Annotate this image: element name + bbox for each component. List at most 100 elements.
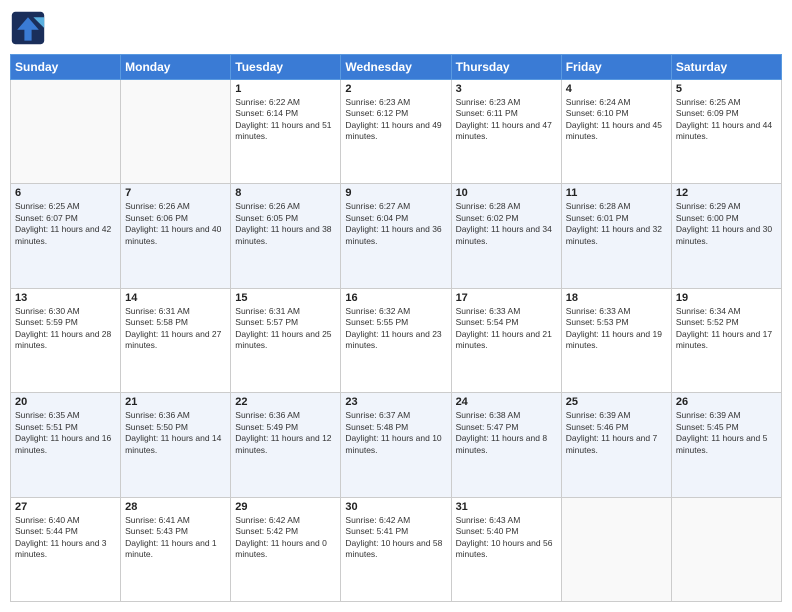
- day-number: 26: [676, 396, 777, 408]
- day-number: 16: [345, 292, 446, 304]
- cell-info: Sunrise: 6:43 AMSunset: 5:40 PMDaylight:…: [456, 515, 557, 561]
- header-wednesday: Wednesday: [341, 55, 451, 80]
- calendar-cell: 29 Sunrise: 6:42 AMSunset: 5:42 PMDayligh…: [231, 497, 341, 601]
- cell-info: Sunrise: 6:42 AMSunset: 5:42 PMDaylight:…: [235, 515, 336, 561]
- day-number: 20: [15, 396, 116, 408]
- day-number: 28: [125, 501, 226, 513]
- weekday-header-row: Sunday Monday Tuesday Wednesday Thursday…: [11, 55, 782, 80]
- cell-info: Sunrise: 6:25 AMSunset: 6:09 PMDaylight:…: [676, 97, 777, 143]
- calendar-week-row: 20 Sunrise: 6:35 AMSunset: 5:51 PMDayligh…: [11, 393, 782, 497]
- calendar-cell: [671, 497, 781, 601]
- header-thursday: Thursday: [451, 55, 561, 80]
- calendar-cell: 27Sunrise: 6:40 AMSunset: 5:44 PMDayligh…: [11, 497, 121, 601]
- calendar-week-row: 6 Sunrise: 6:25 AMSunset: 6:07 PMDaylight…: [11, 184, 782, 288]
- cell-info: Sunrise: 6:28 AMSunset: 6:01 PMDaylight:…: [566, 201, 667, 247]
- day-number: 13: [15, 292, 116, 304]
- calendar-cell: 28 Sunrise: 6:41 AMSunset: 5:43 PMDayligh…: [121, 497, 231, 601]
- calendar-cell: 9 Sunrise: 6:27 AMSunset: 6:04 PMDaylight…: [341, 184, 451, 288]
- cell-info: Sunrise: 6:34 AMSunset: 5:52 PMDaylight:…: [676, 306, 777, 352]
- day-number: 8: [235, 187, 336, 199]
- day-number: 14: [125, 292, 226, 304]
- cell-info: Sunrise: 6:31 AMSunset: 5:57 PMDaylight:…: [235, 306, 336, 352]
- day-number: 2: [345, 83, 446, 95]
- cell-info: Sunrise: 6:41 AMSunset: 5:43 PMDaylight:…: [125, 515, 226, 561]
- cell-info: Sunrise: 6:36 AMSunset: 5:50 PMDaylight:…: [125, 410, 226, 456]
- cell-info: Sunrise: 6:32 AMSunset: 5:55 PMDaylight:…: [345, 306, 446, 352]
- day-number: 30: [345, 501, 446, 513]
- calendar-cell: [561, 497, 671, 601]
- day-number: 17: [456, 292, 557, 304]
- day-number: 3: [456, 83, 557, 95]
- cell-info: Sunrise: 6:23 AMSunset: 6:11 PMDaylight:…: [456, 97, 557, 143]
- calendar-week-row: 13 Sunrise: 6:30 AMSunset: 5:59 PMDayligh…: [11, 288, 782, 392]
- cell-info: Sunrise: 6:33 AMSunset: 5:54 PMDaylight:…: [456, 306, 557, 352]
- calendar-cell: 13 Sunrise: 6:30 AMSunset: 5:59 PMDayligh…: [11, 288, 121, 392]
- day-number: 29: [235, 501, 336, 513]
- calendar-cell: 22 Sunrise: 6:36 AMSunset: 5:49 PMDayligh…: [231, 393, 341, 497]
- day-number: 18: [566, 292, 667, 304]
- calendar-cell: 1 Sunrise: 6:22 AMSunset: 6:14 PMDaylight…: [231, 80, 341, 184]
- calendar-cell: 18 Sunrise: 6:33 AMSunset: 5:53 PMDayligh…: [561, 288, 671, 392]
- cell-info: Sunrise: 6:26 AMSunset: 6:06 PMDaylight:…: [125, 201, 226, 247]
- page: Sunday Monday Tuesday Wednesday Thursday…: [0, 0, 792, 612]
- calendar-cell: 24 Sunrise: 6:38 AMSunset: 5:47 PMDayligh…: [451, 393, 561, 497]
- day-number: 15: [235, 292, 336, 304]
- calendar-cell: 12Sunrise: 6:29 AMSunset: 6:00 PMDayligh…: [671, 184, 781, 288]
- day-number: 1: [235, 83, 336, 95]
- header-saturday: Saturday: [671, 55, 781, 80]
- cell-info: Sunrise: 6:39 AMSunset: 5:46 PMDaylight:…: [566, 410, 667, 456]
- cell-info: Sunrise: 6:26 AMSunset: 6:05 PMDaylight:…: [235, 201, 336, 247]
- cell-info: Sunrise: 6:27 AMSunset: 6:04 PMDaylight:…: [345, 201, 446, 247]
- day-number: 12: [676, 187, 777, 199]
- header-tuesday: Tuesday: [231, 55, 341, 80]
- cell-info: Sunrise: 6:25 AMSunset: 6:07 PMDaylight:…: [15, 201, 116, 247]
- cell-info: Sunrise: 6:40 AMSunset: 5:44 PMDaylight:…: [15, 515, 116, 561]
- day-number: 11: [566, 187, 667, 199]
- day-number: 6: [15, 187, 116, 199]
- cell-info: Sunrise: 6:33 AMSunset: 5:53 PMDaylight:…: [566, 306, 667, 352]
- calendar-cell: 30 Sunrise: 6:42 AMSunset: 5:41 PMDayligh…: [341, 497, 451, 601]
- day-number: 9: [345, 187, 446, 199]
- calendar-week-row: 1 Sunrise: 6:22 AMSunset: 6:14 PMDaylight…: [11, 80, 782, 184]
- cell-info: Sunrise: 6:28 AMSunset: 6:02 PMDaylight:…: [456, 201, 557, 247]
- calendar-cell: 19 Sunrise: 6:34 AMSunset: 5:52 PMDayligh…: [671, 288, 781, 392]
- cell-info: Sunrise: 6:35 AMSunset: 5:51 PMDaylight:…: [15, 410, 116, 456]
- calendar-cell: 20 Sunrise: 6:35 AMSunset: 5:51 PMDayligh…: [11, 393, 121, 497]
- cell-info: Sunrise: 6:31 AMSunset: 5:58 PMDaylight:…: [125, 306, 226, 352]
- cell-info: Sunrise: 6:24 AMSunset: 6:10 PMDaylight:…: [566, 97, 667, 143]
- logo-icon: [10, 10, 46, 46]
- calendar-cell: 14 Sunrise: 6:31 AMSunset: 5:58 PMDayligh…: [121, 288, 231, 392]
- day-number: 7: [125, 187, 226, 199]
- day-number: 22: [235, 396, 336, 408]
- cell-info: Sunrise: 6:23 AMSunset: 6:12 PMDaylight:…: [345, 97, 446, 143]
- day-number: 25: [566, 396, 667, 408]
- calendar-cell: 25 Sunrise: 6:39 AMSunset: 5:46 PMDayligh…: [561, 393, 671, 497]
- cell-info: Sunrise: 6:42 AMSunset: 5:41 PMDaylight:…: [345, 515, 446, 561]
- calendar-cell: 17 Sunrise: 6:33 AMSunset: 5:54 PMDayligh…: [451, 288, 561, 392]
- cell-info: Sunrise: 6:39 AMSunset: 5:45 PMDaylight:…: [676, 410, 777, 456]
- cell-info: Sunrise: 6:38 AMSunset: 5:47 PMDaylight:…: [456, 410, 557, 456]
- calendar-table: Sunday Monday Tuesday Wednesday Thursday…: [10, 54, 782, 602]
- calendar-cell: 16 Sunrise: 6:32 AMSunset: 5:55 PMDayligh…: [341, 288, 451, 392]
- calendar-cell: 11 Sunrise: 6:28 AMSunset: 6:01 PMDayligh…: [561, 184, 671, 288]
- calendar-cell: [11, 80, 121, 184]
- day-number: 5: [676, 83, 777, 95]
- calendar-cell: [121, 80, 231, 184]
- day-number: 21: [125, 396, 226, 408]
- cell-info: Sunrise: 6:30 AMSunset: 5:59 PMDaylight:…: [15, 306, 116, 352]
- header: [10, 10, 782, 46]
- calendar-cell: 15 Sunrise: 6:31 AMSunset: 5:57 PMDayligh…: [231, 288, 341, 392]
- day-number: 19: [676, 292, 777, 304]
- calendar-cell: 31Sunrise: 6:43 AMSunset: 5:40 PMDayligh…: [451, 497, 561, 601]
- day-number: 23: [345, 396, 446, 408]
- cell-info: Sunrise: 6:36 AMSunset: 5:49 PMDaylight:…: [235, 410, 336, 456]
- day-number: 4: [566, 83, 667, 95]
- calendar-cell: 2 Sunrise: 6:23 AMSunset: 6:12 PMDaylight…: [341, 80, 451, 184]
- day-number: 10: [456, 187, 557, 199]
- calendar-cell: 26 Sunrise: 6:39 AMSunset: 5:45 PMDayligh…: [671, 393, 781, 497]
- day-number: 24: [456, 396, 557, 408]
- cell-info: Sunrise: 6:22 AMSunset: 6:14 PMDaylight:…: [235, 97, 336, 143]
- calendar-cell: 3 Sunrise: 6:23 AMSunset: 6:11 PMDaylight…: [451, 80, 561, 184]
- calendar-cell: 5 Sunrise: 6:25 AMSunset: 6:09 PMDaylight…: [671, 80, 781, 184]
- calendar-cell: 4 Sunrise: 6:24 AMSunset: 6:10 PMDaylight…: [561, 80, 671, 184]
